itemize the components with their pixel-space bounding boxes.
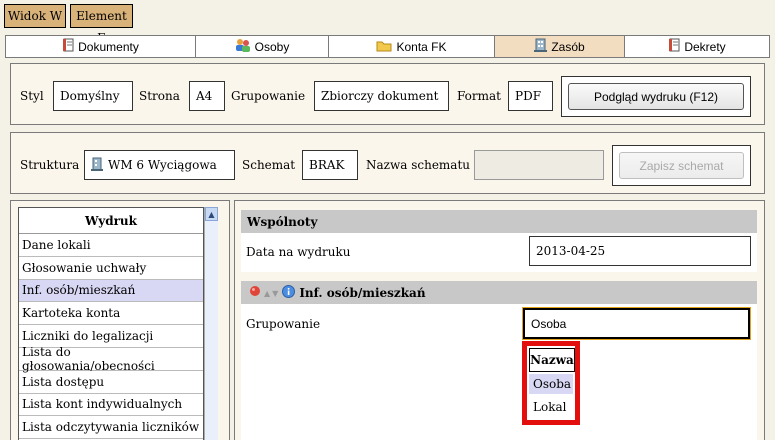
list-item[interactable]: Lista kont indywidualnych [19,394,203,417]
tab-label: Osoby [254,39,290,54]
list-item[interactable]: Dane lokali [19,234,203,257]
list-item[interactable]: Lista do głosowania/obecności [19,345,203,373]
schema-field[interactable]: BRAK [302,150,358,180]
tab-zasob[interactable]: Zasób [495,36,625,57]
dropdown-option[interactable]: Lokal [529,397,573,417]
info-grouping-select[interactable]: Osoba [523,308,750,339]
list-item-selected[interactable]: Inf. osób/mieszkań [19,279,203,303]
grouping-dropdown: Nazwa Osoba Lokal [522,341,580,425]
info-icon[interactable] [282,284,296,301]
document-icon [62,38,74,55]
date-field[interactable]: 2013-04-25 [529,236,751,266]
style-field[interactable]: Domyślny [53,81,133,111]
main-tabs: Dokumenty Osoby Konta FK Zasób Dekrety [5,35,770,58]
dropdown-header: Nazwa [529,348,575,372]
list-item[interactable]: Głosowanie uchwały [19,257,203,280]
common-section-header: Wspólnoty [241,210,757,233]
tab-dekrety[interactable]: Dekrety [625,36,769,57]
grouping-label: Grupowanie [231,89,306,103]
move-up-icon[interactable]: ▲ [264,288,270,298]
tab-label: Dekrety [684,39,726,54]
list-item[interactable]: Lista odczytywania liczników [19,416,203,440]
building-icon [534,38,548,55]
info-grouping-label: Grupowanie [246,317,321,331]
list-item[interactable]: Kartoteka konta [19,302,203,326]
document-icon [668,38,680,55]
move-down-icon[interactable]: ▼ [272,288,278,298]
list-item[interactable]: Lista dostępu [19,371,203,394]
format-label: Format [457,89,501,103]
scroll-up-icon[interactable]: ▲ [205,207,218,221]
schema-label: Schemat [242,158,296,172]
element-menu-button[interactable]: Element E [70,4,133,45]
print-preview-button[interactable]: Podgląd wydruku (F12) [561,76,751,117]
tab-dokumenty[interactable]: Dokumenty [6,36,196,57]
tab-label: Zasób [551,39,585,54]
grouping-field[interactable]: Zbiorczy dokument [314,81,449,111]
close-icon[interactable] [249,285,261,300]
style-label: Styl [20,89,44,103]
tab-label: Dokumenty [78,39,139,54]
schema-name-label: Nazwa schematu [366,158,471,172]
list-scrollbar[interactable]: ▲ [204,207,218,440]
structure-field[interactable]: WM 6 Wyciągowa [84,150,235,180]
dropdown-option-selected[interactable]: Osoba [529,374,573,394]
tab-label: Konta FK [396,39,447,54]
tab-osoby[interactable]: Osoby [196,36,329,57]
schema-name-input[interactable] [474,150,604,180]
printout-list-header: Wydruk [19,208,203,234]
info-section-header: ▲ ▼ Inf. osób/mieszkań [241,281,757,304]
date-label: Data na wydruku [246,245,351,259]
info-section-title: Inf. osób/mieszkań [299,285,426,300]
page-field[interactable]: A4 [189,81,225,111]
people-icon [235,38,251,55]
format-field[interactable]: PDF [508,81,553,111]
structure-label: Struktura [20,158,80,172]
print-preview-label: Podgląd wydruku (F12) [568,83,744,110]
page-label: Strona [139,89,180,103]
view-menu-button[interactable]: Widok W [4,4,66,28]
save-schema-label: Zapisz schemat [619,152,744,179]
folder-icon [376,39,392,55]
structure-value: WM 6 Wyciągowa [108,158,217,172]
tab-konta-fk[interactable]: Konta FK [329,36,495,57]
printout-list: Wydruk Dane lokali Głosowanie uchwały In… [18,207,204,440]
building-icon [91,157,103,174]
save-schema-button[interactable]: Zapisz schemat [612,145,751,186]
